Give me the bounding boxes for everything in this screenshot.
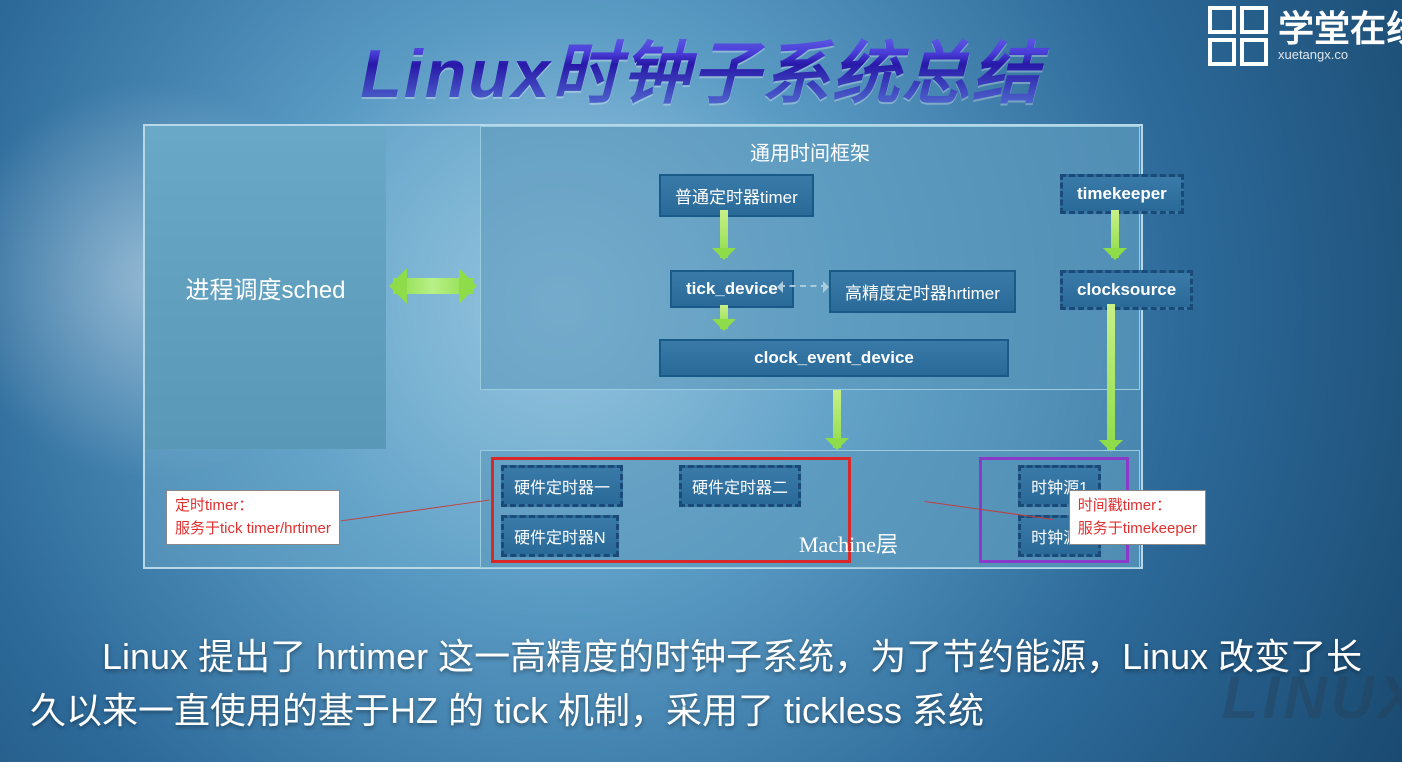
note-left-line1: 定时timer： (175, 495, 331, 518)
note-right-line2: 服务于timekeeper (1078, 518, 1197, 541)
brand-logo: 学堂在线 xuetangx.co (1208, 6, 1402, 66)
note-right: 时间戳timer： 服务于timekeeper (1069, 490, 1206, 545)
node-timer: 普通定时器timer (659, 174, 814, 217)
slide-title: Linux时钟子系统总结 (0, 0, 1402, 117)
node-timekeeper: timekeeper (1060, 174, 1184, 214)
logo-subtext: xuetangx.co (1278, 47, 1402, 62)
dashed-connector-icon (779, 285, 827, 287)
arrow-down-icon (720, 210, 728, 258)
common-time-frame: 通用时间框架 普通定时器timer tick_device 高精度定时器hrti… (480, 126, 1140, 390)
logo-text: 学堂在线 (1278, 11, 1402, 47)
node-clocksource: clocksource (1060, 270, 1193, 310)
node-hw-timer-n: 硬件定时器N (501, 515, 619, 557)
node-hw-timer-2: 硬件定时器二 (679, 465, 801, 507)
arrow-down-icon (1111, 210, 1119, 258)
node-hw-timer-1: 硬件定时器一 (501, 465, 623, 507)
sched-box: 进程调度sched (145, 126, 386, 449)
bidir-arrow-icon (393, 278, 473, 294)
note-left-line2: 服务于tick timer/hrtimer (175, 518, 331, 541)
node-clock-event-device: clock_event_device (659, 339, 1009, 377)
arrow-down-icon (1107, 304, 1115, 450)
machine-layer-title: Machine层 (799, 527, 898, 559)
node-hrtimer: 高精度定时器hrtimer (829, 270, 1016, 313)
arrow-down-icon (720, 305, 728, 329)
arrow-down-icon (833, 390, 841, 448)
note-left: 定时timer： 服务于tick timer/hrtimer (166, 490, 340, 545)
logo-icon (1208, 6, 1268, 66)
description-text: Linux 提出了 hrtimer 这一高精度的时钟子系统，为了节约能源，Lin… (30, 630, 1372, 738)
frame-title: 通用时间框架 (481, 127, 1139, 176)
note-right-line1: 时间戳timer： (1078, 495, 1197, 518)
machine-layer: 硬件定时器一 硬件定时器二 硬件定时器N 时钟源1 时钟源2 Machine层 (480, 450, 1140, 568)
